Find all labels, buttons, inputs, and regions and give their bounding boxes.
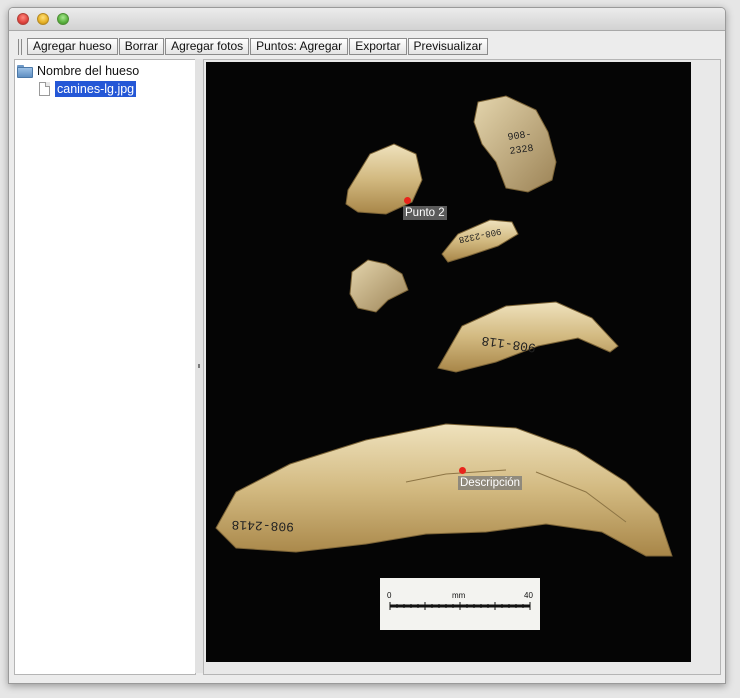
file-icon [39,81,50,96]
tree-file-node[interactable]: canines-lg.jpg [39,80,137,97]
bone-tree-panel: Nombre del hueso canines-lg.jpg [14,59,196,675]
tree-file-label: canines-lg.jpg [55,80,137,97]
add-points-button[interactable]: Puntos: Agregar [250,38,349,55]
toolbar: Agregar hueso Borrar Agregar fotos Punto… [9,31,725,57]
point-marker-2[interactable] [404,197,411,204]
minimize-icon[interactable] [37,13,49,25]
add-bone-button[interactable]: Agregar hueso [27,38,118,55]
specimen-label-big-canine: 908-2418 [231,517,294,534]
add-photos-button[interactable]: Agregar fotos [165,38,250,55]
zoom-icon[interactable] [57,13,69,25]
scale-unit-label: mm [452,591,466,600]
split-pane-divider[interactable] [195,59,203,673]
divider-grip-icon [198,364,200,368]
toolbar-grip-handle[interactable] [18,39,22,55]
point-label-2: Punto 2 [403,206,447,220]
scale-bar: 0 mm 40 [380,578,540,630]
close-icon[interactable] [17,13,29,25]
title-bar [9,8,725,31]
fossil-teeth-illustration: 908- 2328 908-2328 908-118 908-2418 [215,95,673,557]
tree-root-node[interactable]: Nombre del hueso [17,62,139,80]
point-marker-description[interactable] [459,467,466,474]
export-button[interactable]: Exportar [349,38,407,55]
tree-root-label: Nombre del hueso [37,64,140,78]
main-window: Agregar hueso Borrar Agregar fotos Punto… [8,7,726,684]
point-label-description: Descripción [458,476,523,490]
preview-button[interactable]: Previsualizar [407,38,489,55]
bone-photo[interactable]: 908- 2328 908-2328 908-118 908-2418 Punt… [206,62,691,662]
scale-end-label: 40 [524,591,533,600]
folder-icon [17,64,33,78]
delete-button[interactable]: Borrar [118,38,165,55]
scale-start-label: 0 [387,591,392,600]
image-viewer: 908- 2328 908-2328 908-118 908-2418 Punt… [203,59,721,675]
